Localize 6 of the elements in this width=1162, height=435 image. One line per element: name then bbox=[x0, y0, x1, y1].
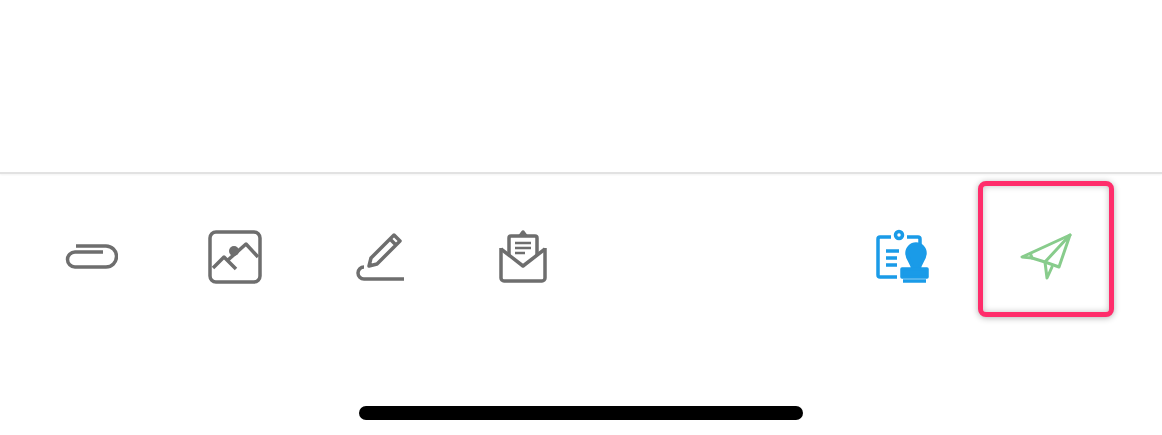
image-icon bbox=[208, 230, 262, 284]
envelope-icon bbox=[498, 230, 548, 284]
send-button[interactable] bbox=[978, 181, 1114, 317]
paper-plane-icon bbox=[1019, 232, 1073, 282]
stamp-icon bbox=[875, 229, 929, 285]
paperclip-icon bbox=[64, 243, 118, 271]
